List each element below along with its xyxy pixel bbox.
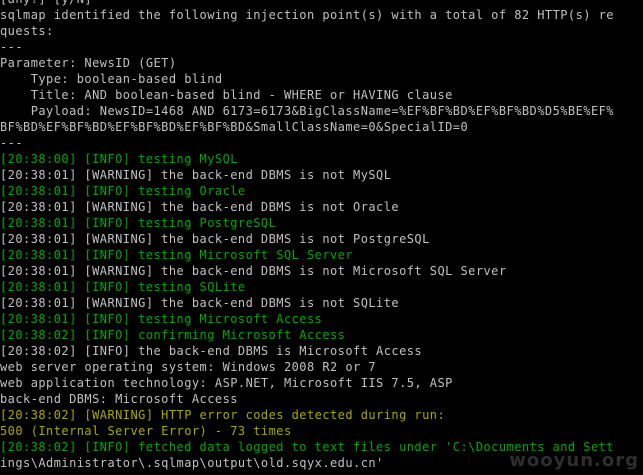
console-line: BF%BD%EF%BF%BD%EF%BF%BD%EF%BF%BD&SmallCl… [0,120,469,134]
console-line: web application technology: ASP.NET, Mic… [0,376,453,390]
console-line: back-end DBMS: Microsoft Access [0,392,238,406]
console-line: --- [0,136,24,150]
console-line: --- [0,40,24,54]
console-line: ings\Administrator\.sqlmap\output\old.sq… [0,456,384,470]
console-line: web server operating system: Windows 200… [0,360,377,374]
console-line: [20:38:01] [WARNING] the back-end DBMS i… [0,264,507,278]
console-window[interactable]: [any?] [y/N]sqlmap identified the follow… [0,0,643,475]
console-line: [20:38:00] [INFO] testing MySQL [0,152,238,166]
console-line: [20:38:02] [INFO] the back-end DBMS is M… [0,344,423,358]
console-line: [20:38:01] [WARNING] the back-end DBMS i… [0,296,400,310]
console-line: [any?] [y/N] [0,0,643,7]
console-line: [20:38:02] [WARNING] HTTP error codes de… [0,408,446,422]
console-line: Payload: NewsID=1468 AND 6173=6173&BigCl… [0,104,614,118]
console-line: [20:38:01] [INFO] testing SQLite [0,280,246,294]
console-line: Type: boolean-based blind [0,72,223,86]
console-line: [20:38:01] [INFO] testing PostgreSQL [0,216,277,230]
console-line: [20:38:02] [INFO] confirming Microsoft A… [0,328,346,342]
console-line: Parameter: NewsID (GET) [0,56,177,70]
console-line: [20:38:01] [WARNING] the back-end DBMS i… [0,168,392,182]
console-line: [20:38:02] [INFO] fetched data logged to… [0,440,614,454]
console-line: quests: [0,24,54,38]
console-line: [20:38:01] [INFO] testing Microsoft Acce… [0,312,323,326]
console-line: sqlmap identified the following injectio… [0,8,614,22]
console-line: [20:38:01] [INFO] testing Oracle [0,184,246,198]
console-line: [20:38:01] [INFO] testing Microsoft SQL … [0,248,354,262]
console-line: [20:38:01] [WARNING] the back-end DBMS i… [0,200,400,214]
console-line: Title: AND boolean-based blind - WHERE o… [0,88,453,102]
console-line: [20:38:01] [WARNING] the back-end DBMS i… [0,232,430,246]
console-line: 500 (Internal Server Error) - 73 times [0,424,292,438]
